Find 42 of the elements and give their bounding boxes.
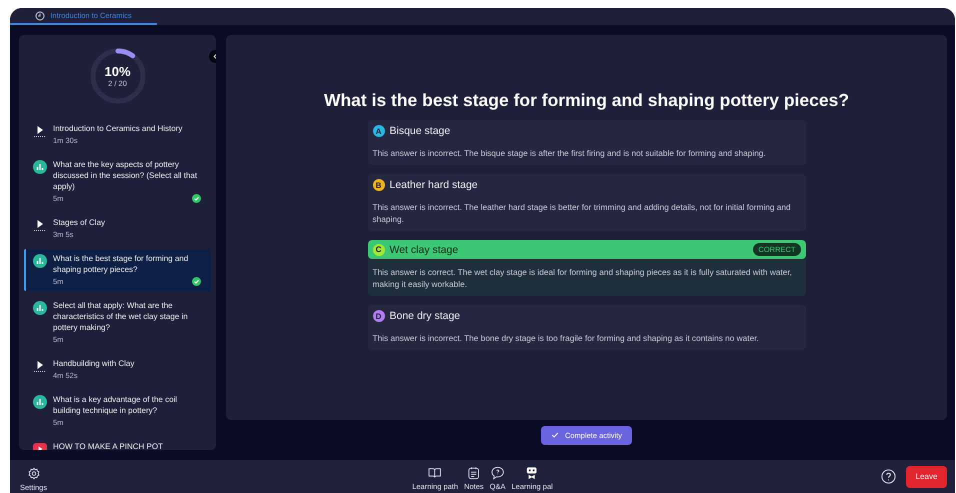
answer-label: Bone dry stage [390,310,460,322]
answer-label: Wet clay stage [390,244,458,256]
chart-icon [33,301,47,315]
play-icon [33,124,47,138]
robot-icon [525,466,540,480]
answer-card[interactable]: A Bisque stage This answer is incorrect. The bisque stage is after the first firing and is not suitable for forming and shaping. [368,120,806,165]
progress-percent: 10% [104,64,131,79]
question-bubble-icon [490,466,505,480]
answer-label: Bisque stage [390,125,450,137]
answer-letter: A [372,125,384,137]
settings-icon [26,467,41,481]
lesson-item[interactable]: HOW TO MAKE A PINCH POT [24,437,211,450]
play-icon [33,218,47,232]
play-icon [33,359,47,373]
lesson-title: HOW TO MAKE A PINCH POT [53,441,164,450]
chart-icon [33,254,47,268]
notepad-icon [466,466,481,480]
lesson-title: What is a key advantage of the coil building technique in pottery? [53,394,178,416]
answer-label: Leather hard stage [390,179,478,191]
book-icon [428,466,442,480]
help-icon[interactable] [881,469,896,484]
chart-icon [33,160,47,174]
lesson-title: Introduction to Ceramics and History [53,123,184,134]
lesson-title: Select all that apply: What are the characteristics of the wet clay stage in pottery making? [53,300,189,333]
answer-card[interactable]: B Leather hard stage This answer is incorrect. The leather hard stage is better for trimming and adding details, not for initial forming and shaping. [368,174,806,231]
answer-explanation: This answer is incorrect. The bone dry stage is too fragile for forming and shaping as it contains no water. [372,332,760,345]
check-icon [550,431,559,439]
answer-explanation: This answer is incorrect. The leather hard stage is better for trimming and adding details, not for initial forming and shaping. [372,201,792,226]
lesson-title: Stages of Clay [53,217,106,228]
lesson-title: What is the best stage for forming and shaping pottery pieces? [53,253,190,275]
answer-letter: C [372,244,384,256]
answer-explanation: This answer is incorrect. The bisque stage is after the first firing and is not suitable for forming and shaping. [372,147,767,160]
clock-icon [35,10,46,20]
answer-explanation: This answer is correct. The wet clay stage is ideal for forming and shaping pieces as it is fully saturated with water, making it easily workable. [372,266,793,291]
question-title: What is the best stage for forming and shaping pottery pieces? [324,90,850,111]
chart-icon [33,395,47,409]
lesson-title: Handbuilding with Clay [53,358,136,369]
answer-card[interactable]: D Bone dry stage This answer is incorrect. The bone dry stage is too fragile for forming and shaping as it contains no water. [368,305,806,350]
answer-letter: D [372,310,384,322]
answer-letter: B [372,179,384,191]
leave-button[interactable]: Leave [906,466,947,488]
lesson-title: What are the key aspects of pottery discussed in the session? (Select all that apply) [53,159,198,192]
